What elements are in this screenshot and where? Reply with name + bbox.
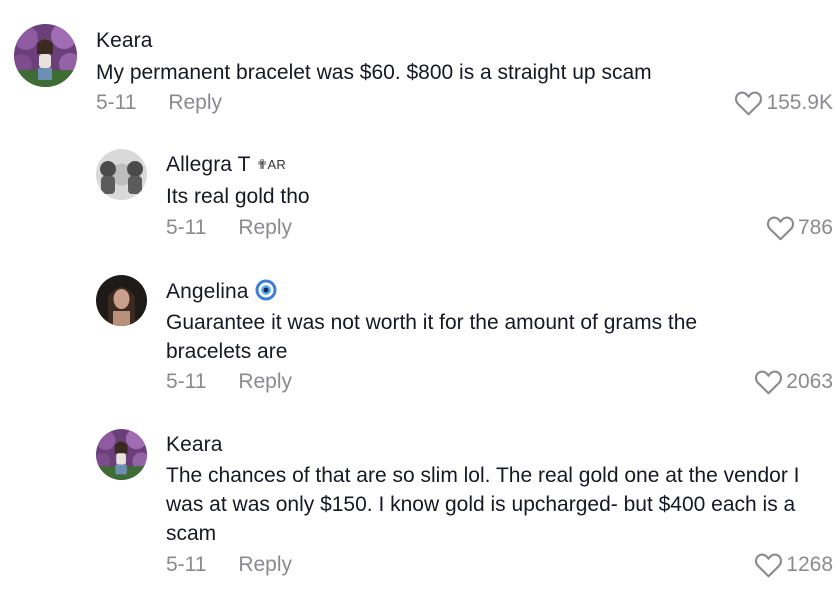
comment-meta: 5-11 Reply	[96, 91, 222, 115]
reply-item: Keara The chances of that are so slim lo…	[0, 420, 835, 605]
heart-outline-icon	[755, 553, 783, 578]
reply-button[interactable]: Reply	[238, 553, 292, 576]
like-count: 155.9K	[766, 91, 833, 114]
comment-date: 5-11	[96, 91, 137, 114]
reply-button[interactable]: Reply	[168, 91, 222, 114]
avatar-image	[96, 275, 147, 326]
avatar[interactable]	[14, 24, 77, 87]
evil-eye-icon	[255, 279, 277, 301]
reply-button[interactable]: Reply	[238, 216, 292, 239]
comment-date: 5-11	[166, 216, 207, 239]
avatar-image	[96, 429, 147, 480]
comment-meta: 5-11 Reply	[166, 553, 292, 577]
like-button[interactable]: 2063	[754, 369, 833, 395]
comment-text: The chances of that are so slim lol. The…	[166, 464, 800, 545]
like-button[interactable]: 1268	[754, 552, 833, 578]
comment-item: Keara My permanent bracelet was $60. $80…	[0, 0, 835, 125]
reply-item: Allegra T ✟AR Its real gold tho 5-11 Repl…	[0, 140, 835, 260]
comment-meta: 5-11 Reply	[166, 216, 292, 240]
reply-item: Angelina Guarantee it was not worth it f…	[0, 265, 835, 415]
comment-username[interactable]: Keara	[96, 29, 153, 53]
comment-text: Guarantee it was not worth it for the am…	[166, 311, 698, 363]
username-badge: ✟AR	[256, 157, 286, 172]
comment-text: My permanent bracelet was $60. $800 is a…	[96, 61, 652, 84]
reply-button[interactable]: Reply	[238, 370, 292, 393]
username-text: Angelina	[166, 280, 249, 303]
comment-date: 5-11	[166, 370, 207, 393]
comment-date: 5-11	[166, 553, 207, 576]
username-text: Allegra T	[166, 153, 251, 176]
comment-username[interactable]: Angelina	[166, 279, 277, 304]
comment-username[interactable]: Keara	[166, 433, 223, 457]
like-count: 1268	[786, 553, 833, 576]
like-count: 2063	[786, 370, 833, 393]
heart-outline-icon	[735, 91, 763, 116]
avatar[interactable]	[96, 429, 147, 480]
avatar-image	[96, 149, 147, 200]
like-button[interactable]: 786	[766, 215, 833, 241]
comment-username[interactable]: Allegra T ✟AR	[166, 153, 286, 177]
heart-outline-icon	[766, 216, 794, 241]
avatar[interactable]	[96, 275, 147, 326]
comment-text: Its real gold tho	[166, 185, 310, 208]
like-count: 786	[797, 216, 833, 239]
comment-meta: 5-11 Reply	[166, 370, 292, 394]
avatar[interactable]	[96, 149, 147, 200]
heart-outline-icon	[755, 370, 783, 395]
like-button[interactable]: 155.9K	[734, 90, 833, 116]
avatar-image	[14, 24, 77, 87]
